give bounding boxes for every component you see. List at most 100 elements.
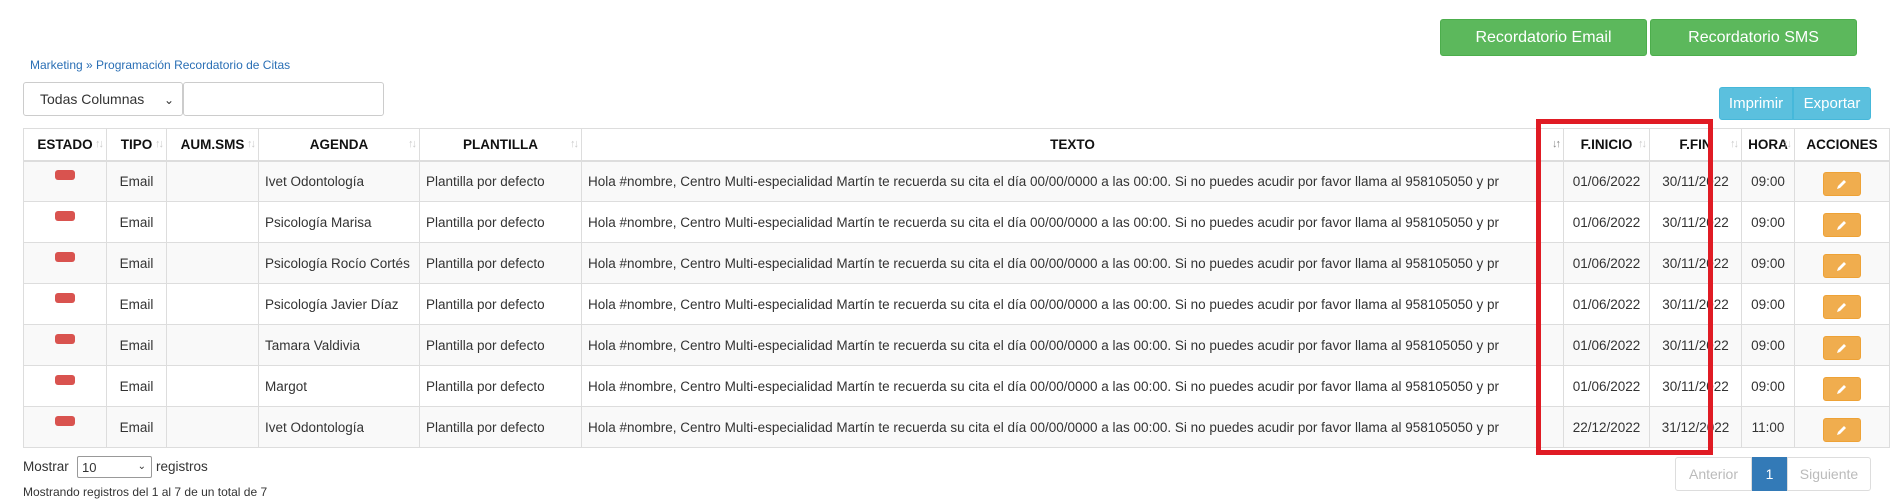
col-f-fin[interactable]: F.FIN ↑↓ [1649,128,1742,162]
col-texto[interactable]: TEXTO ↓↑ [581,128,1564,162]
column-filter-value: Todas Columnas [40,91,145,107]
print-button[interactable]: Imprimir [1719,87,1793,120]
col-tipo[interactable]: TIPO ↑↓ [106,128,167,162]
sort-icon: ↑↓ [95,138,104,150]
pagination-prev[interactable]: Anterior [1675,457,1752,491]
edit-button[interactable] [1823,376,1861,401]
table-info: Mostrando registros del 1 al 7 de un tot… [23,485,268,499]
tipo-cell: Email [106,365,167,407]
table-row: Email Psicología Javier Díaz Plantilla por… [23,283,1890,325]
aum-sms-cell [166,365,259,407]
plantilla-cell: Plantilla por defecto [419,324,582,366]
edit-button[interactable] [1823,253,1861,278]
col-f-inicio[interactable]: F.INICIO ↑↓ [1563,128,1650,162]
breadcrumb-current[interactable]: Programación Recordatorio de Citas [96,58,290,72]
table-row: Email Ivet Odontología Plantilla por defec… [23,160,1890,202]
col-hora[interactable]: HORA ↑↓ [1741,128,1795,162]
col-plantilla[interactable]: PLANTILLA ↑↓ [419,128,582,162]
col-agenda[interactable]: AGENDA ↑↓ [258,128,420,162]
sort-icon: ↑↓ [155,138,164,150]
agenda-cell: Psicología Marisa [258,201,420,243]
plantilla-cell: Plantilla por defecto [419,365,582,407]
texto-cell: Hola #nombre, Centro Multi-especialidad … [581,365,1564,407]
pencil-icon [1837,343,1846,353]
f-inicio-cell: 01/06/2022 [1563,365,1650,407]
sort-icon: ↑↓ [1783,138,1792,150]
sort-icon: ↑↓ [1730,138,1739,150]
status-badge[interactable] [55,333,75,344]
edit-button[interactable] [1823,417,1861,442]
sms-reminder-button[interactable]: Recordatorio SMS [1650,19,1857,56]
chevron-down-icon: ⌄ [137,461,146,472]
tipo-cell: Email [106,160,167,202]
sort-icon: ↑↓ [1638,138,1647,150]
status-cell [23,406,107,448]
hora-cell: 09:00 [1741,201,1795,243]
status-badge[interactable] [55,210,75,221]
texto-cell: Hola #nombre, Centro Multi-especialidad … [581,242,1564,284]
show-prefix: Mostrar [23,459,69,474]
pencil-icon [1837,220,1846,230]
f-inicio-cell: 01/06/2022 [1563,242,1650,284]
pencil-icon [1837,425,1846,435]
export-button[interactable]: Exportar [1793,87,1871,120]
col-acciones: ACCIONES [1794,128,1890,162]
table-header-row: ESTADO ↑↓ TIPO ↑↓ AUM.SMS ↑↓ AGENDA ↑↓ PLANT… [23,128,1890,162]
breadcrumb-marketing[interactable]: Marketing [30,58,83,72]
acciones-cell [1794,160,1890,202]
status-badge[interactable] [55,292,75,303]
page-length-select[interactable]: 10 ⌄ [77,456,152,478]
f-fin-cell: 30/11/2022 [1649,324,1742,366]
pencil-icon [1837,384,1846,394]
hora-cell: 09:00 [1741,283,1795,325]
status-badge[interactable] [55,169,75,180]
status-badge[interactable] [55,251,75,262]
status-cell [23,283,107,325]
pagination-page-1[interactable]: 1 [1752,457,1787,491]
pencil-icon [1837,179,1846,189]
acciones-cell [1794,324,1890,366]
page-length-value: 10 [82,459,97,475]
acciones-cell [1794,242,1890,284]
plantilla-cell: Plantilla por defecto [419,406,582,448]
aum-sms-cell [166,242,259,284]
aum-sms-cell [166,160,259,202]
f-fin-cell: 30/11/2022 [1649,365,1742,407]
status-cell [23,324,107,366]
table-row: Email Tamara Valdivia Plantilla por defect… [23,324,1890,366]
f-inicio-cell: 01/06/2022 [1563,283,1650,325]
acciones-cell [1794,365,1890,407]
table-row: Email Ivet Odontología Plantilla por defec… [23,406,1890,448]
texto-cell: Hola #nombre, Centro Multi-especialidad … [581,283,1564,325]
aum-sms-cell [166,324,259,366]
tipo-cell: Email [106,283,167,325]
status-badge[interactable] [55,374,75,385]
acciones-cell [1794,406,1890,448]
email-reminder-button[interactable]: Recordatorio Email [1440,19,1647,56]
hora-cell: 09:00 [1741,324,1795,366]
agenda-cell: Psicología Rocío Cortés [258,242,420,284]
edit-button[interactable] [1823,335,1861,360]
table-row: Email Margot Plantilla por defecto Hola #no… [23,365,1890,407]
texto-cell: Hola #nombre, Centro Multi-especialidad … [581,406,1564,448]
edit-button[interactable] [1823,212,1861,237]
reminders-table: ESTADO ↑↓ TIPO ↑↓ AUM.SMS ↑↓ AGENDA ↑↓ PLANT… [23,128,1890,448]
edit-button[interactable] [1823,294,1861,319]
column-filter-select[interactable]: Todas Columnas ⌄ [23,82,183,116]
status-badge[interactable] [55,415,75,426]
edit-button[interactable] [1823,171,1861,196]
hora-cell: 11:00 [1741,406,1795,448]
tipo-cell: Email [106,324,167,366]
texto-cell: Hola #nombre, Centro Multi-especialidad … [581,201,1564,243]
aum-sms-cell [166,406,259,448]
status-cell [23,365,107,407]
search-input[interactable] [183,82,384,116]
f-fin-cell: 30/11/2022 [1649,201,1742,243]
chevron-down-icon: ⌄ [163,93,174,107]
col-estado[interactable]: ESTADO ↑↓ [23,128,107,162]
pagination-next[interactable]: Siguiente [1787,457,1871,491]
aum-sms-cell [166,283,259,325]
col-aum-sms[interactable]: AUM.SMS ↑↓ [166,128,259,162]
status-cell [23,160,107,202]
plantilla-cell: Plantilla por defecto [419,201,582,243]
